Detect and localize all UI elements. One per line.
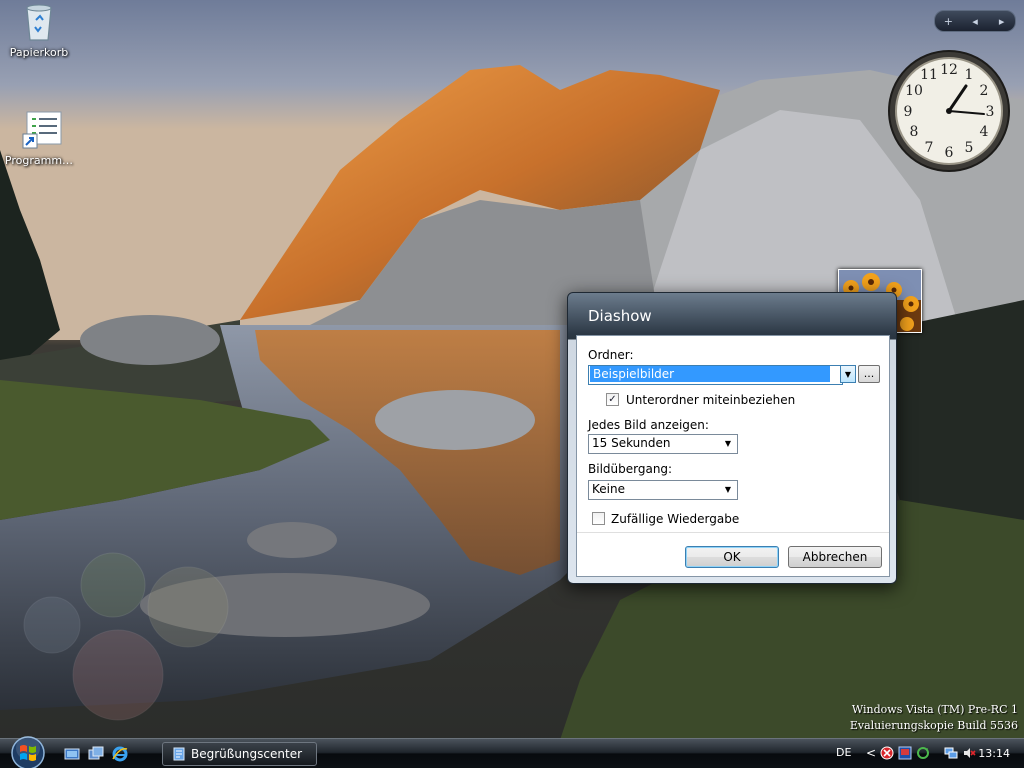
svg-text:9: 9 bbox=[904, 104, 913, 120]
svg-text:3: 3 bbox=[986, 104, 995, 120]
windows-logo-icon bbox=[11, 736, 45, 768]
shuffle-label: Zufällige Wiedergabe bbox=[611, 512, 740, 526]
show-desktop-icon[interactable] bbox=[64, 746, 80, 762]
clock-gadget[interactable]: 12 1 2 345 678 9 10 11 bbox=[886, 48, 1012, 174]
build-watermark: Windows Vista (TM) Pre-RC 1 Evaluierungs… bbox=[850, 702, 1018, 734]
folder-select[interactable]: Beispielbilder bbox=[588, 365, 843, 385]
language-indicator[interactable]: DE bbox=[836, 746, 851, 759]
browse-folder-button[interactable]: ... bbox=[858, 365, 880, 383]
clock-face-icon: 12 12 345 678 91011 bbox=[888, 50, 1010, 172]
folder-dropdown-button[interactable]: ▼ bbox=[840, 365, 856, 383]
previous-gadgets-button[interactable]: ◂ bbox=[962, 15, 989, 28]
desktop-icon-programs[interactable]: Programm… bbox=[2, 110, 76, 167]
chevron-down-icon: ▼ bbox=[724, 485, 732, 494]
cancel-button[interactable]: Abbrechen bbox=[788, 546, 882, 568]
svg-text:6: 6 bbox=[945, 145, 954, 161]
recycle-bin-icon bbox=[19, 2, 59, 42]
checkmark-icon: ✓ bbox=[608, 394, 617, 405]
program-shortcut-icon bbox=[19, 110, 62, 150]
start-button[interactable] bbox=[6, 734, 50, 768]
svg-text:1: 1 bbox=[965, 67, 974, 83]
svg-text:7: 7 bbox=[925, 140, 934, 156]
sync-center-icon[interactable] bbox=[916, 746, 930, 763]
desktop-icon-label: Programm… bbox=[4, 154, 74, 167]
ok-button[interactable]: OK bbox=[685, 546, 779, 568]
add-gadget-button[interactable]: + bbox=[935, 15, 962, 28]
svg-text:2: 2 bbox=[980, 83, 989, 99]
folder-label: Ordner: bbox=[588, 348, 634, 362]
transition-select[interactable]: Keine ▼ bbox=[588, 480, 738, 500]
sidebar-controls: + ◂ ▸ bbox=[934, 10, 1016, 32]
network-connection-icon[interactable] bbox=[944, 746, 958, 763]
welcome-center-icon bbox=[172, 747, 186, 764]
security-alert-icon[interactable] bbox=[880, 746, 894, 763]
svg-text:11: 11 bbox=[920, 67, 938, 83]
slideshow-settings-dialog: Diashow Ordner: Beispielbilder ▼ ... ✓ U… bbox=[567, 292, 897, 584]
show-hidden-icons-button[interactable]: < bbox=[866, 746, 876, 760]
show-each-select[interactable]: 15 Sekunden ▼ bbox=[588, 434, 738, 454]
taskbar-button-label: Begrüßungscenter bbox=[191, 747, 303, 761]
include-subfolders-label: Unterordner miteinbeziehen bbox=[626, 393, 796, 407]
dialog-client-area: Ordner: Beispielbilder ▼ ... ✓ Unterordn… bbox=[576, 335, 890, 577]
dialog-separator bbox=[577, 532, 889, 533]
svg-text:5: 5 bbox=[965, 140, 974, 156]
internet-explorer-icon[interactable] bbox=[112, 746, 128, 762]
notification-area: < 13:14 bbox=[860, 739, 1024, 768]
include-subfolders-checkbox[interactable]: ✓ bbox=[606, 393, 619, 406]
dialog-title: Diashow bbox=[588, 307, 652, 325]
desktop-icon-recycle-bin[interactable]: Papierkorb bbox=[2, 2, 76, 59]
folder-select-value: Beispielbilder bbox=[590, 366, 830, 382]
switch-windows-icon[interactable] bbox=[88, 746, 104, 762]
volume-muted-icon[interactable] bbox=[962, 746, 976, 763]
svg-text:4: 4 bbox=[980, 124, 989, 140]
chevron-down-icon: ▼ bbox=[844, 370, 852, 379]
watermark-line-2: Evaluierungskopie Build 5536 bbox=[849, 719, 1018, 732]
watermark-line-1: Windows Vista (TM) Pre-RC 1 bbox=[851, 703, 1018, 716]
svg-text:10: 10 bbox=[905, 83, 923, 99]
system-clock[interactable]: 13:14 bbox=[978, 747, 1010, 760]
svg-text:12: 12 bbox=[940, 62, 958, 78]
transition-select-value: Keine bbox=[592, 482, 625, 496]
chevron-down-icon: ▼ bbox=[724, 439, 732, 448]
desktop-icon-label: Papierkorb bbox=[9, 46, 69, 59]
network-status-icon[interactable] bbox=[898, 746, 912, 763]
show-each-select-value: 15 Sekunden bbox=[592, 436, 671, 450]
transition-label: Bildübergang: bbox=[588, 462, 673, 476]
show-each-label: Jedes Bild anzeigen: bbox=[588, 418, 709, 432]
taskbar-button-welcome-center[interactable]: Begrüßungscenter bbox=[162, 742, 317, 766]
taskbar: Begrüßungscenter DE < 13:14 bbox=[0, 736, 1024, 768]
svg-text:8: 8 bbox=[910, 124, 919, 140]
shuffle-checkbox[interactable] bbox=[592, 512, 605, 525]
next-gadgets-button[interactable]: ▸ bbox=[988, 15, 1015, 28]
